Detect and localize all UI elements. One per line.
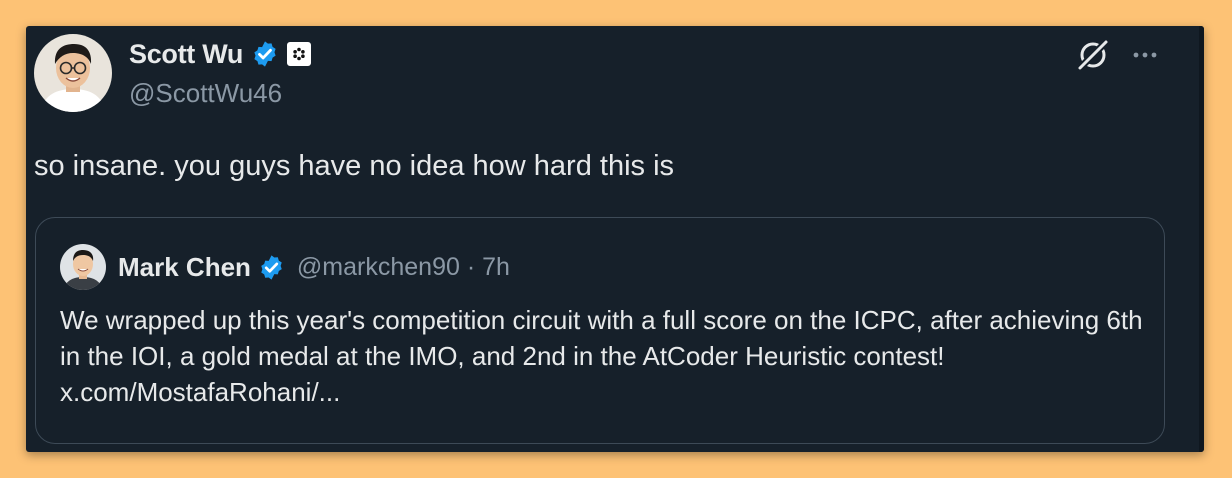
more-options-icon[interactable]: [1128, 40, 1162, 70]
author-handle[interactable]: @ScottWu46: [129, 78, 282, 109]
quoted-tweet[interactable]: Mark Chen @markchen90 · 7h We wrapped up…: [35, 217, 1165, 444]
grok-icon[interactable]: [1074, 36, 1112, 74]
author-name-row: Scott Wu: [129, 37, 312, 71]
quoted-author-name[interactable]: Mark Chen: [118, 252, 251, 283]
verified-badge-icon: [261, 254, 282, 280]
author-avatar[interactable]: [34, 34, 112, 112]
quoted-author-avatar[interactable]: [60, 244, 106, 290]
quoted-tweet-text: We wrapped up this year's competition ci…: [60, 305, 1143, 407]
quoted-header: Mark Chen @markchen90 · 7h: [118, 250, 510, 284]
quoted-author-meta: @markchen90 · 7h: [296, 252, 510, 281]
author-name[interactable]: Scott Wu: [129, 39, 243, 70]
tweet-card: Scott Wu @ScottWu46 so insane. you guys …: [26, 26, 1204, 452]
affiliate-badge-icon[interactable]: [287, 42, 312, 66]
verified-badge-icon: [254, 41, 276, 67]
scroll-edge: [1199, 26, 1204, 452]
tweet-text: so insane. you guys have no idea how har…: [34, 150, 675, 182]
